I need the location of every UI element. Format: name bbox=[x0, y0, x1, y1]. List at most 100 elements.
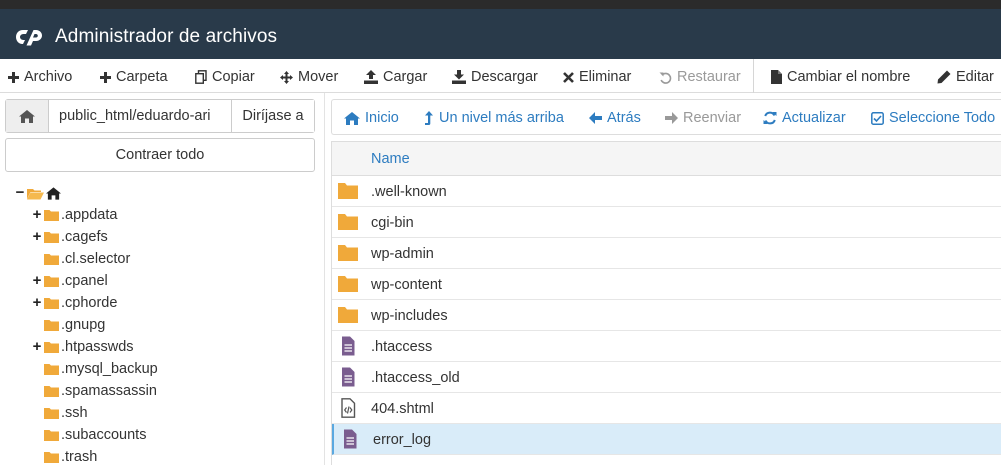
nav-back-button[interactable]: Atrás bbox=[589, 109, 641, 127]
tree-item-label: .gnupg bbox=[61, 317, 106, 333]
folder-icon bbox=[44, 452, 59, 463]
tree-item[interactable]: + .appdata bbox=[32, 204, 118, 226]
nav-label: Actualizar bbox=[782, 110, 846, 126]
panel-divider[interactable] bbox=[324, 93, 325, 465]
expand-toggle-icon[interactable]: + bbox=[32, 295, 42, 310]
file-row[interactable]: wp-admin bbox=[332, 238, 1001, 269]
folder-icon bbox=[338, 214, 358, 230]
refresh-icon bbox=[763, 111, 777, 125]
expand-toggle-icon[interactable]: + bbox=[32, 273, 42, 288]
nav-label: Inicio bbox=[365, 110, 399, 126]
toolbar-label: Editar bbox=[956, 69, 994, 85]
tree-root[interactable]: − bbox=[15, 182, 61, 204]
nav-refresh-button[interactable]: Actualizar bbox=[763, 109, 846, 127]
plus-icon bbox=[8, 71, 19, 83]
toolbar-label: Mover bbox=[298, 69, 339, 85]
pencil-icon bbox=[937, 70, 951, 84]
restore-button[interactable]: Restaurar bbox=[659, 67, 741, 87]
file-name: 404.shtml bbox=[371, 401, 434, 417]
tree-item[interactable]: .mysql_backup bbox=[32, 358, 158, 380]
plus-icon bbox=[100, 71, 111, 83]
tree-item-label: .ssh bbox=[61, 405, 88, 421]
nav-home-button[interactable]: Inicio bbox=[344, 109, 399, 127]
collapse-toggle-icon[interactable]: − bbox=[15, 185, 25, 200]
move-button[interactable]: Mover bbox=[280, 67, 338, 87]
nav-label: Atrás bbox=[607, 110, 641, 126]
toolbar-label: Copiar bbox=[212, 69, 255, 85]
tree-item-label: .subaccounts bbox=[61, 427, 147, 443]
file-name: .htaccess bbox=[371, 339, 433, 355]
tree-item[interactable]: + .cphorde bbox=[32, 292, 118, 314]
toolbar: Archivo Carpeta Copiar Mover Cargar Desc… bbox=[0, 59, 1001, 93]
tree-item-label: .appdata bbox=[61, 207, 118, 223]
arrow-right-icon bbox=[665, 112, 678, 124]
toolbar-label: Carpeta bbox=[116, 69, 168, 85]
folder-icon bbox=[44, 276, 59, 287]
text-file-icon bbox=[344, 429, 357, 449]
nav-label: Reenviar bbox=[683, 110, 742, 126]
folder-icon bbox=[44, 232, 59, 243]
toolbar-label: Restaurar bbox=[677, 69, 741, 85]
collapse-all-button[interactable]: Contraer todo bbox=[5, 138, 315, 172]
new-folder-button[interactable]: Carpeta bbox=[100, 67, 168, 87]
expand-toggle-icon[interactable]: + bbox=[32, 229, 42, 244]
nav-select-all-button[interactable]: Seleccione Todo bbox=[871, 109, 995, 127]
name-column-header[interactable]: Name bbox=[371, 151, 410, 167]
tree-item-label: .cagefs bbox=[61, 229, 108, 245]
tree-item-label: .cphorde bbox=[61, 295, 118, 311]
go-to-path-button[interactable]: Diríjase a bbox=[231, 100, 314, 132]
delete-button[interactable]: Eliminar bbox=[563, 67, 631, 87]
navigation-bar: Inicio Un nivel más arriba Atrás Reenvia… bbox=[331, 99, 1001, 135]
tree-item[interactable]: .ssh bbox=[32, 402, 88, 424]
tree-item[interactable]: .trash bbox=[32, 446, 97, 465]
download-icon bbox=[452, 70, 466, 84]
nav-forward-button[interactable]: Reenviar bbox=[665, 109, 741, 127]
tree-item-label: .spamassassin bbox=[61, 383, 157, 399]
path-input[interactable] bbox=[49, 100, 231, 132]
tree-item[interactable]: .gnupg bbox=[32, 314, 105, 336]
text-file-icon bbox=[342, 367, 355, 387]
file-name: wp-includes bbox=[371, 308, 448, 324]
file-row[interactable]: 404.shtml bbox=[332, 393, 1001, 424]
tree-item[interactable]: .spamassassin bbox=[32, 380, 157, 402]
tree-item[interactable]: + .cpanel bbox=[32, 270, 108, 292]
file-row[interactable]: cgi-bin bbox=[332, 207, 1001, 238]
home-directory-button[interactable] bbox=[6, 100, 49, 132]
new-file-button[interactable]: Archivo bbox=[8, 67, 72, 87]
toolbar-label: Cargar bbox=[383, 69, 428, 85]
tree-item-label: .htpasswds bbox=[61, 339, 134, 355]
folder-icon bbox=[338, 245, 358, 261]
toolbar-label: Descargar bbox=[471, 69, 538, 85]
tree-item-label: .trash bbox=[61, 449, 98, 465]
file-name: wp-content bbox=[371, 277, 442, 293]
expand-toggle-icon[interactable]: + bbox=[32, 339, 42, 354]
tree-item[interactable]: + .cagefs bbox=[32, 226, 108, 248]
tree-item[interactable]: .subaccounts bbox=[32, 424, 146, 446]
toolbar-label: Archivo bbox=[24, 69, 73, 85]
copy-button[interactable]: Copiar bbox=[195, 67, 255, 87]
edit-button[interactable]: Editar bbox=[937, 67, 994, 87]
undo-icon bbox=[659, 72, 672, 84]
expand-toggle-icon[interactable]: + bbox=[32, 207, 42, 222]
file-row[interactable]: error_log bbox=[332, 424, 1001, 455]
move-arrows-icon bbox=[280, 70, 293, 84]
home-icon bbox=[19, 109, 35, 123]
file-row[interactable]: .htaccess bbox=[332, 331, 1001, 362]
rename-button[interactable]: Cambiar el nombre bbox=[771, 67, 910, 87]
file-row[interactable]: .well-known bbox=[332, 176, 1001, 207]
code-file-icon bbox=[341, 398, 356, 418]
upload-button[interactable]: Cargar bbox=[364, 67, 427, 87]
file-row[interactable]: .htaccess_old bbox=[332, 362, 1001, 393]
download-button[interactable]: Descargar bbox=[452, 67, 538, 87]
nav-up-one-level-button[interactable]: Un nivel más arriba bbox=[424, 109, 564, 127]
folder-open-icon bbox=[27, 188, 44, 199]
folder-icon bbox=[44, 210, 59, 221]
file-row[interactable]: wp-includes bbox=[332, 300, 1001, 331]
app-header: Administrador de archivos bbox=[0, 9, 1001, 59]
cpanel-logo-icon bbox=[16, 30, 42, 46]
toolbar-label: Eliminar bbox=[579, 69, 632, 85]
file-row[interactable]: wp-content bbox=[332, 269, 1001, 300]
tree-item[interactable]: + .htpasswds bbox=[32, 336, 134, 358]
tree-item[interactable]: .cl.selector bbox=[32, 248, 130, 270]
folder-icon bbox=[44, 298, 59, 309]
